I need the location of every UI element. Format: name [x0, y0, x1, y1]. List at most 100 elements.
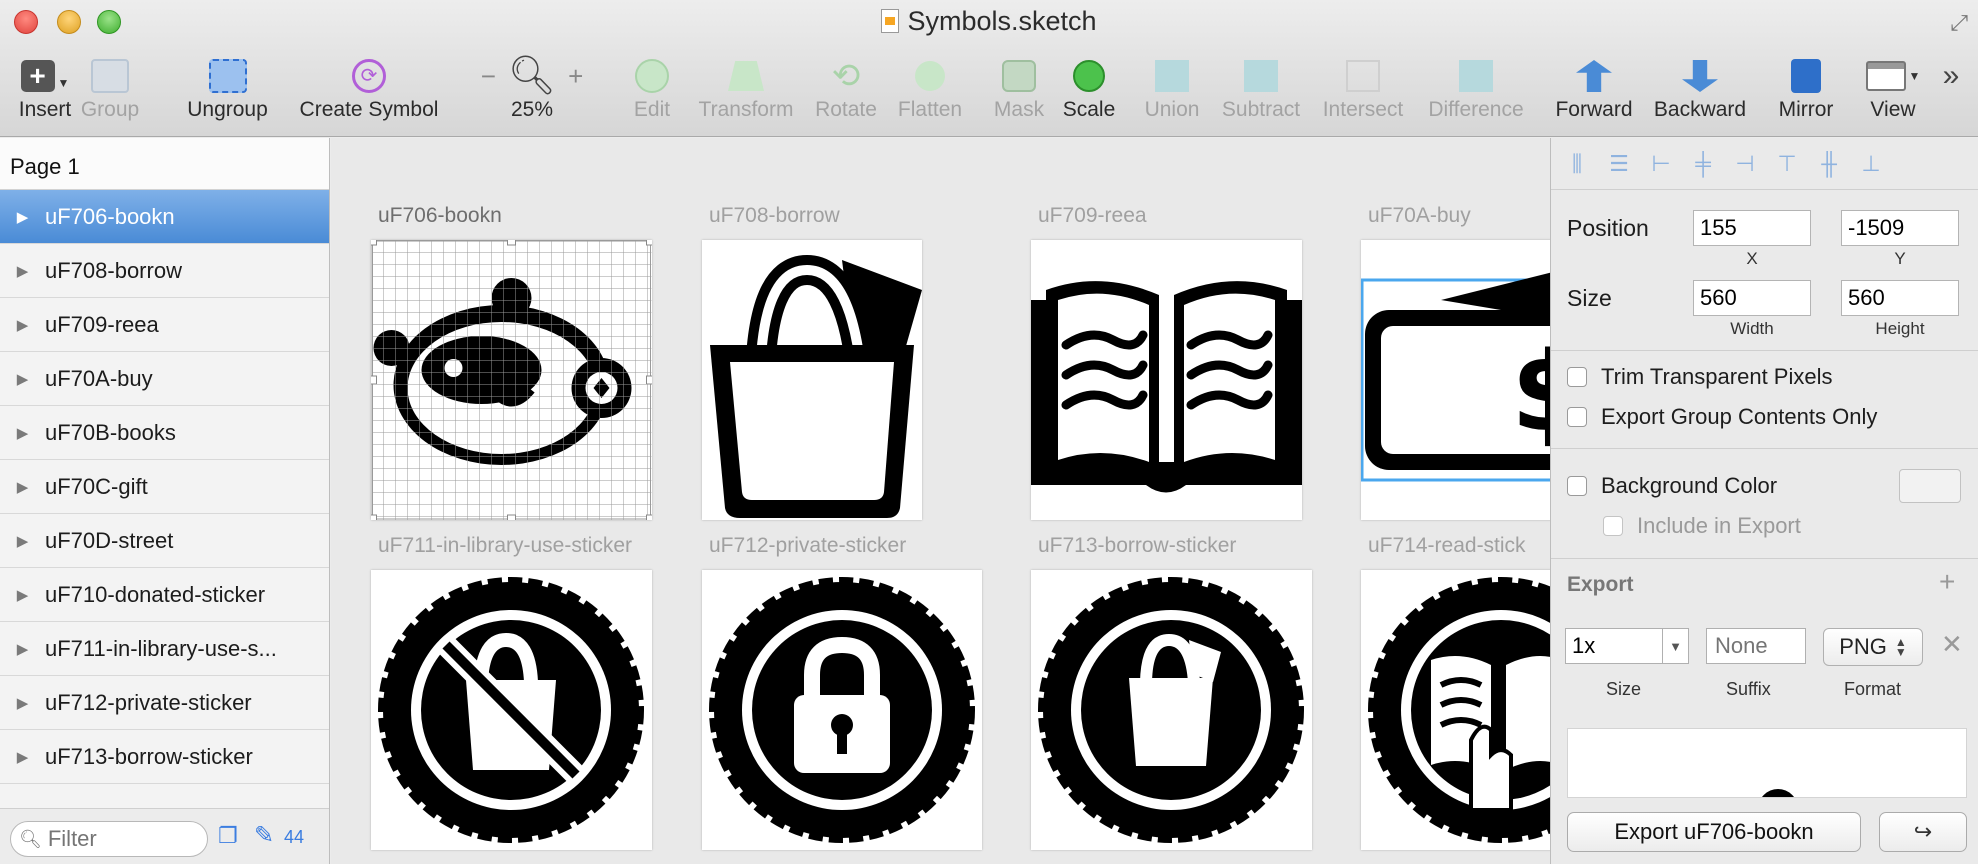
disclosure-triangle-icon[interactable]: ▶	[0, 694, 45, 712]
artboard-borrow-sticker[interactable]	[1031, 570, 1312, 850]
align-left-icon[interactable]: ⊢	[1649, 151, 1673, 177]
artboard-buy[interactable]: $	[1361, 240, 1550, 520]
artboard-in-library-use[interactable]	[371, 570, 652, 850]
export-size-combo[interactable]: ▼	[1565, 628, 1689, 664]
fullscreen-icon[interactable]: ⤢	[1950, 10, 1968, 36]
artboard-label[interactable]: uF708-borrow	[709, 204, 840, 228]
view-button[interactable]: ▼ View	[1862, 54, 1924, 126]
layer-name: uF708-borrow	[45, 257, 182, 283]
share-button[interactable]: ↪	[1879, 812, 1967, 852]
layer-item[interactable]: ▶ uF708-borrow	[0, 244, 329, 298]
align-middle-icon[interactable]: ╫	[1817, 151, 1841, 177]
group-button[interactable]: Group	[80, 54, 140, 126]
backward-button[interactable]: Backward	[1650, 54, 1750, 126]
zoom-in-button[interactable]: +	[568, 61, 583, 92]
open-book-icon	[1031, 281, 1302, 493]
layer-item[interactable]: ▶ uF709-reea	[0, 298, 329, 352]
layer-item[interactable]: ▶ uF70C-gift	[0, 460, 329, 514]
export-button[interactable]: Export uF706-bookn	[1567, 812, 1861, 852]
create-symbol-button[interactable]: ⟳ Create Symbol	[298, 54, 440, 126]
rotate-button[interactable]: ⟲ Rotate	[814, 54, 878, 126]
remove-export-icon[interactable]: ✕	[1941, 629, 1963, 660]
x-field[interactable]	[1693, 210, 1811, 246]
share-icon: ↪	[1913, 819, 1933, 844]
distribute-vertical-icon[interactable]: ☰	[1607, 151, 1631, 177]
disclosure-triangle-icon[interactable]: ▶	[0, 316, 45, 334]
export-suffix-input[interactable]	[1706, 628, 1806, 664]
disclosure-triangle-icon[interactable]: ▶	[0, 640, 45, 658]
align-right-icon[interactable]: ⊣	[1733, 151, 1757, 177]
canvas[interactable]: uF706-bookn uF708-borrow uF709-reea uF70…	[331, 138, 1550, 864]
layer-item[interactable]: ▶ uF713-borrow-sticker	[0, 730, 329, 784]
align-bottom-icon[interactable]: ⊥	[1859, 151, 1883, 177]
layer-item[interactable]: ▶ uF711-in-library-use-s...	[0, 622, 329, 676]
artboard-label[interactable]: uF711-in-library-use-sticker	[378, 534, 632, 558]
mask-button[interactable]: Mask	[992, 54, 1046, 126]
export-format-select[interactable]: PNG ▲ ▼	[1823, 628, 1923, 666]
subtract-button[interactable]: Subtract	[1220, 54, 1302, 126]
background-color-checkbox[interactable]: Background Color	[1567, 473, 1777, 499]
layer-item[interactable]: ▶ uF70A-buy	[0, 352, 329, 406]
toolbar-overflow-button[interactable]: »	[1936, 54, 1966, 126]
disclosure-triangle-icon[interactable]: ▶	[0, 262, 45, 280]
disclosure-triangle-icon[interactable]: ▶	[0, 532, 45, 550]
export-group-contents-checkbox[interactable]: Export Group Contents Only	[1567, 404, 1877, 430]
transform-button[interactable]: Transform	[696, 54, 796, 126]
flatten-button[interactable]: Flatten	[896, 54, 964, 126]
artboard-borrow[interactable]	[702, 240, 922, 520]
export-size-input[interactable]	[1566, 629, 1662, 663]
distribute-horizontal-icon[interactable]: ⫼	[1565, 151, 1589, 177]
layer-item[interactable]: ▶ uF70B-books	[0, 406, 329, 460]
layer-item[interactable]: ▶ uF712-private-sticker	[0, 676, 329, 730]
page-selector[interactable]: Page 1	[0, 138, 329, 190]
forward-label: Forward	[1555, 98, 1633, 121]
view-icon	[1865, 61, 1906, 91]
artboard-label[interactable]: uF714-read-stick	[1368, 534, 1526, 558]
align-center-icon[interactable]: ╪	[1691, 151, 1715, 177]
artboard-label[interactable]: uF712-private-sticker	[709, 534, 906, 558]
artboard-label[interactable]: uF709-reea	[1038, 204, 1147, 228]
ungroup-button[interactable]: Ungroup	[180, 54, 275, 126]
trim-transparent-checkbox[interactable]: Trim Transparent Pixels	[1567, 364, 1832, 390]
union-button[interactable]: Union	[1142, 54, 1202, 126]
symbols-filter-icon[interactable]: ❐	[218, 823, 238, 849]
intersect-button[interactable]: Intersect	[1320, 54, 1406, 126]
edit-button[interactable]: Edit	[628, 54, 676, 126]
artboard-private[interactable]	[702, 570, 982, 850]
artboard-read[interactable]	[1031, 240, 1302, 520]
artboard-label[interactable]: uF706-bookn	[378, 204, 502, 228]
difference-button[interactable]: Difference	[1424, 54, 1528, 126]
disclosure-triangle-icon[interactable]: ▶	[0, 478, 45, 496]
disclosure-triangle-icon[interactable]: ▶	[0, 424, 45, 442]
add-export-icon[interactable]: +	[1939, 566, 1955, 598]
chevron-down-icon[interactable]: ▼	[1662, 629, 1688, 663]
layer-item[interactable]: ▶ uF70D-street	[0, 514, 329, 568]
artboard-bear[interactable]	[371, 240, 652, 520]
transform-label: Transform	[698, 98, 794, 121]
height-field[interactable]	[1841, 280, 1959, 316]
insert-button[interactable]: + ▼ Insert	[14, 54, 76, 126]
artboard-label[interactable]: uF713-borrow-sticker	[1038, 534, 1236, 558]
create-symbol-label: Create Symbol	[299, 98, 439, 121]
forward-button[interactable]: Forward	[1552, 54, 1636, 126]
layer-item[interactable]: ▶ uF706-bookn	[0, 190, 329, 244]
include-in-export-checkbox[interactable]: Include in Export	[1603, 513, 1801, 539]
filter-input[interactable]	[47, 826, 198, 852]
artboard-read-sticker[interactable]	[1361, 570, 1550, 850]
trim-transparent-label: Trim Transparent Pixels	[1601, 364, 1833, 389]
disclosure-triangle-icon[interactable]: ▶	[0, 208, 45, 226]
slices-filter-icon[interactable]: ✎	[254, 821, 274, 850]
align-top-icon[interactable]: ⊤	[1775, 151, 1799, 177]
layer-item[interactable]: ▶ uF710-donated-sticker	[0, 568, 329, 622]
disclosure-triangle-icon[interactable]: ▶	[0, 748, 45, 766]
width-field[interactable]	[1693, 280, 1811, 316]
scale-button[interactable]: Scale	[1062, 54, 1116, 126]
mirror-button[interactable]: Mirror	[1776, 54, 1836, 126]
disclosure-triangle-icon[interactable]: ▶	[0, 370, 45, 388]
zoom-out-button[interactable]: −	[481, 61, 496, 92]
background-color-swatch[interactable]	[1899, 469, 1961, 503]
disclosure-triangle-icon[interactable]: ▶	[0, 586, 45, 604]
filter-field[interactable]: 🔍︎	[10, 821, 208, 857]
artboard-label[interactable]: uF70A-buy	[1368, 204, 1471, 228]
y-field[interactable]	[1841, 210, 1959, 246]
